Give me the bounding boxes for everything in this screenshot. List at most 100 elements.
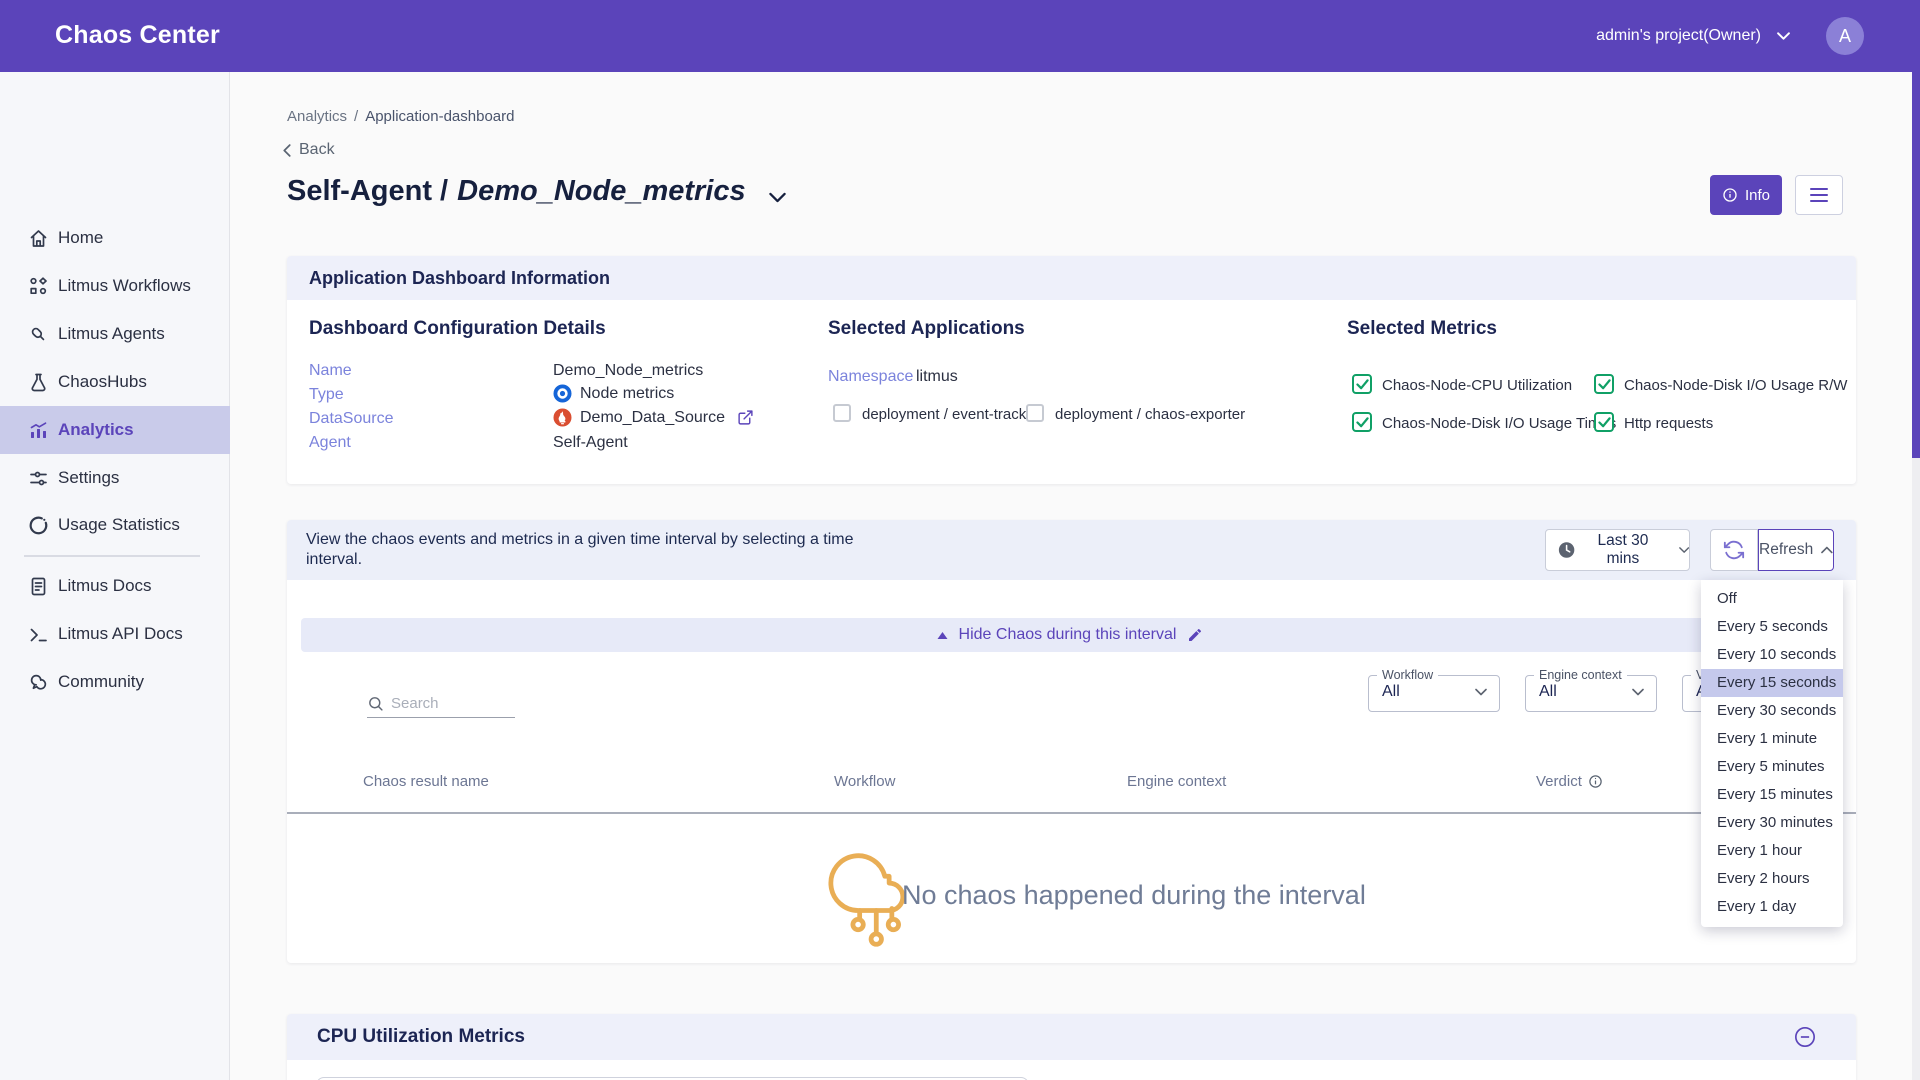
metric-checkbox-http[interactable] xyxy=(1594,412,1614,432)
sidebar-item-litmus-docs[interactable]: Litmus Docs xyxy=(0,562,230,610)
breadcrumb-analytics[interactable]: Analytics xyxy=(287,108,347,125)
app-checkbox-label: deployment / event-tracker xyxy=(862,406,1040,423)
external-link-icon[interactable] xyxy=(737,409,754,426)
chevron-down-icon xyxy=(1632,688,1644,696)
sidebar: Home Litmus Workflows Litmus Agents Chao… xyxy=(0,72,230,1080)
sidebar-item-litmus-api-docs[interactable]: Litmus API Docs xyxy=(0,610,230,658)
sidebar-item-settings[interactable]: Settings xyxy=(0,454,230,502)
field-label-name: Name xyxy=(309,362,352,380)
app-logo: Chaos Center xyxy=(55,21,220,50)
info-circle-icon[interactable] xyxy=(1588,774,1603,789)
sidebar-item-label: Litmus Docs xyxy=(58,576,152,596)
field-value-agent: Self-Agent xyxy=(553,434,628,452)
chevron-down-icon xyxy=(1777,32,1790,40)
field-value-type: Node metrics xyxy=(553,384,674,403)
avatar[interactable]: A xyxy=(1826,17,1864,55)
app-checkbox-chaos-exporter[interactable] xyxy=(1026,404,1044,422)
refresh-now-button[interactable] xyxy=(1710,529,1758,571)
check-icon xyxy=(1356,417,1369,428)
dashboard-options-button[interactable] xyxy=(1795,175,1843,215)
settings-icon xyxy=(28,468,49,489)
menu-item-every-15-minutes[interactable]: Every 15 minutes xyxy=(1701,781,1843,809)
metric-checkbox-disk-rw[interactable] xyxy=(1594,374,1614,394)
field-value-name: Demo_Node_metrics xyxy=(553,362,703,380)
analytics-icon xyxy=(28,420,49,441)
menu-item-every-30-minutes[interactable]: Every 30 minutes xyxy=(1701,809,1843,837)
sidebar-item-community[interactable]: Community xyxy=(0,658,230,706)
scrollbar-track[interactable] xyxy=(1912,0,1920,1080)
sidebar-item-litmus-workflows[interactable]: Litmus Workflows xyxy=(0,262,230,310)
field-label-agent: Agent xyxy=(309,434,351,452)
menu-item-every-1-minute[interactable]: Every 1 minute xyxy=(1701,725,1843,753)
chaos-events-panel: View the chaos events and metrics in a g… xyxy=(287,520,1856,963)
workflows-icon xyxy=(28,276,49,297)
sidebar-item-label: Litmus API Docs xyxy=(58,624,183,644)
menu-item-every-1-day[interactable]: Every 1 day xyxy=(1701,893,1843,921)
sidebar-item-analytics[interactable]: Analytics xyxy=(0,406,230,454)
search-icon xyxy=(367,695,384,712)
triangle-up-icon xyxy=(937,631,948,640)
metric-checkbox-disk-times[interactable] xyxy=(1352,412,1372,432)
sidebar-item-usage-statistics[interactable]: Usage Statistics xyxy=(0,501,230,549)
metric-checkbox-label: Chaos-Node-Disk I/O Usage R/W xyxy=(1624,377,1847,394)
empty-state-message: No chaos happened during the interval xyxy=(902,880,1366,911)
sidebar-item-label: Community xyxy=(58,672,144,692)
edit-pencil-icon[interactable] xyxy=(1187,627,1203,643)
menu-item-every-30-seconds[interactable]: Every 30 seconds xyxy=(1701,697,1843,725)
menu-item-every-1-hour[interactable]: Every 1 hour xyxy=(1701,837,1843,865)
info-button[interactable]: Info xyxy=(1710,175,1782,215)
field-label-type: Type xyxy=(309,386,344,404)
metric-checkbox-cpu[interactable] xyxy=(1352,374,1372,394)
chaoshubs-icon xyxy=(28,372,49,393)
scrollbar-thumb[interactable] xyxy=(1912,0,1920,458)
app-checkbox-label: deployment / chaos-exporter xyxy=(1055,406,1245,423)
dashboard-info-panel-header: Application Dashboard Information xyxy=(287,256,1856,300)
sidebar-divider xyxy=(24,555,200,557)
column-header-chaos-result-name: Chaos result name xyxy=(363,773,489,790)
metric-checkbox-label: Chaos-Node-CPU Utilization xyxy=(1382,377,1572,394)
breadcrumb-separator: / xyxy=(354,108,358,125)
menu-item-every-5-seconds[interactable]: Every 5 seconds xyxy=(1701,613,1843,641)
app-checkbox-event-tracker[interactable] xyxy=(833,404,851,422)
column-header-engine-context: Engine context xyxy=(1127,773,1226,790)
workflow-filter[interactable]: Workflow All xyxy=(1368,668,1500,712)
menu-item-every-15-seconds[interactable]: Every 15 seconds xyxy=(1701,669,1843,697)
menu-item-every-10-seconds[interactable]: Every 10 seconds xyxy=(1701,641,1843,669)
cpu-metrics-title: CPU Utilization Metrics xyxy=(317,1026,525,1048)
home-icon xyxy=(28,228,49,249)
info-icon xyxy=(1722,187,1738,203)
dashboard-switcher-chevron-icon[interactable] xyxy=(769,178,786,211)
sidebar-item-label: Litmus Workflows xyxy=(58,276,191,296)
back-button[interactable]: Back xyxy=(283,141,335,159)
namespace-value: litmus xyxy=(916,368,958,386)
hide-chaos-toggle[interactable]: Hide Chaos during this interval xyxy=(301,618,1839,652)
menu-item-every-5-minutes[interactable]: Every 5 minutes xyxy=(1701,753,1843,781)
cpu-metrics-panel: CPU Utilization Metrics xyxy=(287,1014,1856,1080)
sidebar-item-home[interactable]: Home xyxy=(0,214,230,262)
prometheus-icon xyxy=(553,408,572,427)
time-range-selector[interactable]: Last 30 mins xyxy=(1545,529,1690,571)
sidebar-item-label: Usage Statistics xyxy=(58,515,180,535)
refresh-interval-dropdown[interactable]: Refresh xyxy=(1758,529,1834,571)
check-icon xyxy=(1598,379,1611,390)
sidebar-item-litmus-agents[interactable]: Litmus Agents xyxy=(0,310,230,358)
search-input[interactable] xyxy=(391,695,506,712)
dashboard-info-panel: Application Dashboard Information Dashbo… xyxy=(287,256,1856,484)
engine-context-filter[interactable]: Engine context All xyxy=(1525,668,1657,712)
menu-item-every-2-hours[interactable]: Every 2 hours xyxy=(1701,865,1843,893)
sidebar-item-chaoshubs[interactable]: ChaosHubs xyxy=(0,358,230,406)
collapse-panel-button[interactable] xyxy=(1794,1026,1816,1048)
selected-applications-title: Selected Applications xyxy=(828,318,1025,340)
namespace-label: Namespace xyxy=(828,368,913,386)
interval-description: View the chaos events and metrics in a g… xyxy=(306,530,906,570)
clock-icon xyxy=(1558,540,1575,560)
project-selector[interactable]: admin's project(Owner) xyxy=(1596,0,1790,72)
check-icon xyxy=(1598,417,1611,428)
page-title: Self-Agent / Demo_Node_metrics xyxy=(287,172,786,211)
menu-item-off[interactable]: Off xyxy=(1701,585,1843,613)
field-value-datasource: Demo_Data_Source xyxy=(553,408,754,427)
breadcrumb: Analytics / Application-dashboard xyxy=(287,108,514,125)
project-label: admin's project(Owner) xyxy=(1596,27,1761,45)
top-header: Chaos Center admin's project(Owner) A xyxy=(0,0,1920,72)
agent-name: Self-Agent / xyxy=(287,175,448,208)
